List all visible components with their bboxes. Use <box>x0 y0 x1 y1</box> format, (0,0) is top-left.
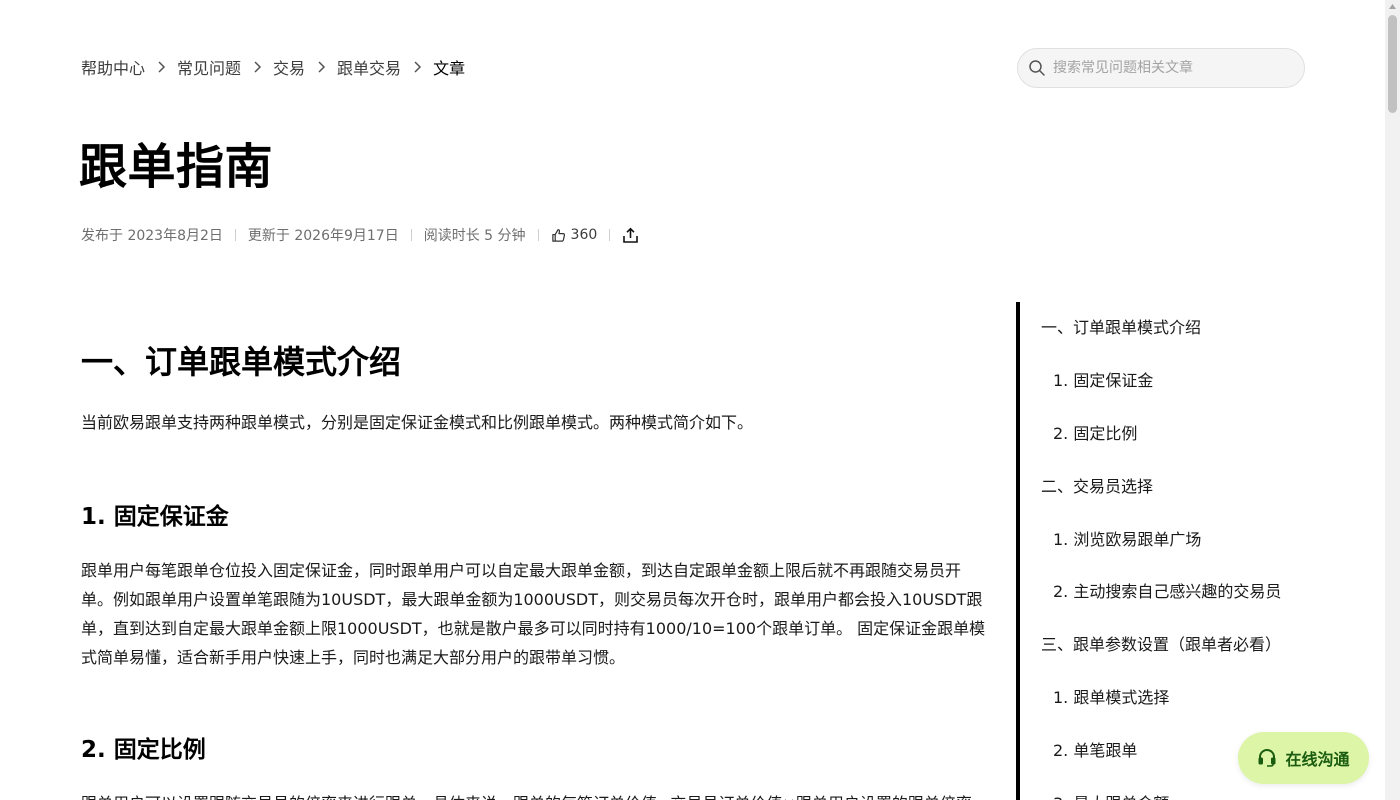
breadcrumb-faq[interactable]: 常见问题 <box>177 55 241 79</box>
chevron-right-icon <box>305 61 337 73</box>
article-body: 一、订单跟单模式介绍 当前欧易跟单支持两种跟单模式，分别是固定保证金模式和比例跟… <box>81 340 991 800</box>
scrollbar-thumb[interactable] <box>1388 15 1397 113</box>
chevron-right-icon <box>401 61 433 73</box>
toc-item[interactable]: 2. 固定比例 <box>1020 408 1316 461</box>
chat-label: 在线沟通 <box>1285 750 1350 769</box>
read-time: 阅读时长 5 分钟 <box>423 228 526 244</box>
breadcrumb-copy-trading[interactable]: 跟单交易 <box>337 55 401 79</box>
scrollbar[interactable] <box>1385 0 1400 800</box>
search-box[interactable] <box>1017 48 1305 88</box>
breadcrumb-trading[interactable]: 交易 <box>273 55 305 79</box>
page-title: 跟单指南 <box>79 139 274 195</box>
share-icon <box>623 227 639 243</box>
article-meta: 发布于 2023年8月2日 更新于 2026年9月17日 阅读时长 5 分钟 3… <box>81 224 639 246</box>
toc-item[interactable]: 1. 固定保证金 <box>1020 355 1316 408</box>
chevron-right-icon <box>145 61 177 73</box>
like-button[interactable]: 360 <box>551 227 598 243</box>
headset-icon <box>1258 749 1276 767</box>
published-date: 发布于 2023年8月2日 <box>81 228 223 244</box>
divider <box>234 229 236 241</box>
subsection-paragraph: 跟单用户每笔跟单仓位投入固定保证金，同时跟单用户可以自定最大跟单金额，到达自定跟… <box>81 561 986 667</box>
divider <box>537 229 539 241</box>
divider <box>609 229 611 241</box>
like-count: 360 <box>570 227 598 243</box>
online-chat-button[interactable]: 在线沟通 <box>1238 732 1369 784</box>
toc-item[interactable]: 三、跟单参数设置（跟单者必看） <box>1020 619 1316 672</box>
section-heading: 一、订单跟单模式介绍 <box>81 343 402 381</box>
divider <box>410 229 412 241</box>
breadcrumb: 帮助中心 常见问题 交易 跟单交易 文章 <box>81 56 465 78</box>
section-paragraph: 当前欧易跟单支持两种跟单模式，分别是固定保证金模式和比例跟单模式。两种模式简介如… <box>81 413 754 432</box>
breadcrumb-current: 文章 <box>433 59 466 78</box>
chevron-right-icon <box>241 61 273 73</box>
subsection-heading: 1. 固定保证金 <box>81 504 229 530</box>
toc-item[interactable]: 二、交易员选择 <box>1020 460 1316 513</box>
scroll-up-arrow-icon[interactable] <box>1388 3 1397 10</box>
search-icon <box>1028 59 1046 77</box>
breadcrumb-help-center[interactable]: 帮助中心 <box>81 55 145 79</box>
toc-item[interactable]: 2. 主动搜索自己感兴趣的交易员 <box>1020 566 1316 619</box>
toc-item[interactable]: 1. 跟单模式选择 <box>1020 672 1316 725</box>
toc-item[interactable]: 一、订单跟单模式介绍 <box>1020 302 1316 355</box>
table-of-contents: 一、订单跟单模式介绍 1. 固定保证金 2. 固定比例 二、交易员选择 1. 浏… <box>1016 302 1316 800</box>
share-button[interactable] <box>622 227 639 244</box>
subsection-heading: 2. 固定比例 <box>81 737 206 763</box>
search-input[interactable] <box>1053 60 1293 76</box>
subsection-paragraph: 跟单用户可以设置跟随交易员的倍率来进行跟单，具体来说，跟单的每笔订单价值=交易员… <box>81 789 991 800</box>
toc-item[interactable]: 1. 浏览欧易跟单广场 <box>1020 513 1316 566</box>
thumbs-up-icon <box>551 228 565 242</box>
updated-date: 更新于 2026年9月17日 <box>247 228 399 244</box>
